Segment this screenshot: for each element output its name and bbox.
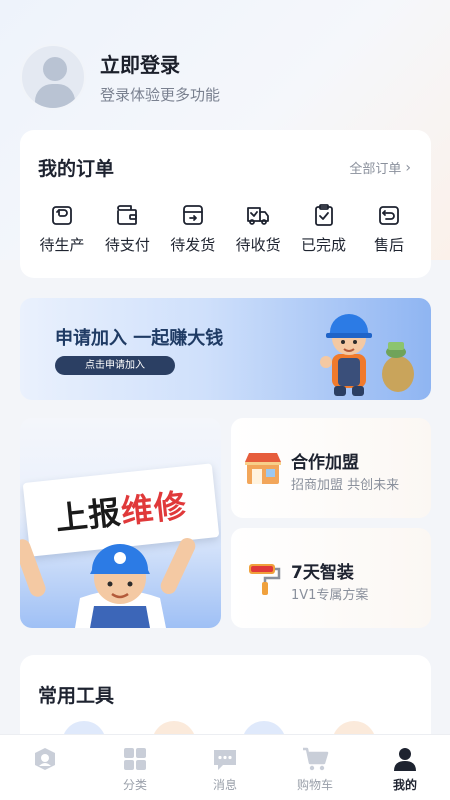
shipping-box-icon — [182, 205, 203, 225]
person-icon — [394, 748, 416, 771]
tab-label: 分类 — [122, 778, 147, 792]
chevron-right-icon: › — [405, 159, 411, 176]
order-status-after-sales[interactable]: 售后 — [357, 202, 421, 255]
tab-label: 我的 — [392, 778, 417, 792]
smart-decor-card[interactable]: 7天智装 1V1专属方案 — [231, 528, 431, 628]
tab-label: 消息 — [212, 778, 237, 792]
order-status-label: 待生产 — [39, 236, 85, 254]
orders-title: 我的订单 — [38, 158, 115, 180]
join-banner[interactable]: 申请加入 一起赚大钱 点击申请加入 — [20, 298, 431, 400]
my-orders-card: 我的订单 全部订单 › 待生产 待支付 待发货 待收货 已完成 售后 — [20, 130, 431, 278]
order-status-label: 待收货 — [235, 236, 281, 254]
tab-label: 购物车 — [296, 778, 333, 792]
paint-roller-icon — [249, 564, 281, 595]
repair-worker-illustration — [20, 538, 196, 628]
order-status-completed[interactable]: 已完成 — [292, 202, 356, 255]
delivery-truck-icon — [247, 207, 270, 225]
login-title[interactable]: 立即登录 — [100, 49, 220, 78]
return-icon — [379, 206, 399, 225]
cart-icon — [303, 747, 329, 771]
bottom-tab-bar: 分类 消息 购物车 我的 — [0, 734, 450, 800]
login-subtitle: 登录体验更多功能 — [100, 86, 221, 104]
tools-title: 常用工具 — [38, 685, 115, 707]
all-orders-link[interactable]: 全部订单 › — [349, 158, 411, 178]
smart-decor-title: 7天智装 — [291, 563, 354, 583]
home-badge-icon — [35, 748, 55, 770]
order-status-pending-production[interactable]: 待生产 — [30, 202, 94, 255]
tab-category[interactable]: 分类 — [90, 735, 180, 793]
wallet-icon — [117, 205, 138, 225]
worker-mascot-illustration — [320, 314, 414, 396]
tab-home[interactable] — [0, 735, 90, 776]
order-status-label: 待支付 — [104, 236, 150, 254]
smart-decor-subtitle: 1V1专属方案 — [291, 588, 369, 603]
franchise-title: 合作加盟 — [291, 453, 359, 473]
order-status-pending-receipt[interactable]: 待收货 — [226, 202, 290, 255]
order-status-label: 待发货 — [170, 236, 216, 254]
order-status-pending-shipment[interactable]: 待发货 — [161, 202, 225, 255]
order-status-label: 售后 — [373, 236, 404, 254]
all-orders-label: 全部订单 — [349, 162, 402, 177]
grid-icon — [124, 748, 146, 770]
clipboard-check-icon — [314, 204, 333, 226]
production-icon — [52, 206, 72, 225]
storefront-icon — [245, 453, 281, 484]
tab-mine[interactable]: 我的 — [360, 735, 450, 793]
report-repair-card[interactable]: 上报 维修 — [20, 418, 221, 628]
franchise-subtitle: 招商加盟 共创未来 — [291, 478, 400, 493]
login-profile[interactable]: 立即登录 登录体验更多功能 — [20, 44, 220, 110]
franchise-card[interactable]: 合作加盟 招商加盟 共创未来 — [231, 418, 431, 518]
tab-messages[interactable]: 消息 — [180, 735, 270, 793]
avatar[interactable] — [20, 44, 86, 110]
order-status-label: 已完成 — [301, 236, 347, 254]
order-status-pending-payment[interactable]: 待支付 — [95, 202, 159, 255]
repair-sign-text-red: 维修 — [119, 486, 189, 531]
tab-cart[interactable]: 购物车 — [270, 735, 360, 793]
message-icon — [214, 750, 236, 770]
apply-join-button[interactable]: 点击申请加入 — [55, 356, 175, 375]
banner-title: 申请加入 一起赚大钱 — [55, 328, 224, 349]
